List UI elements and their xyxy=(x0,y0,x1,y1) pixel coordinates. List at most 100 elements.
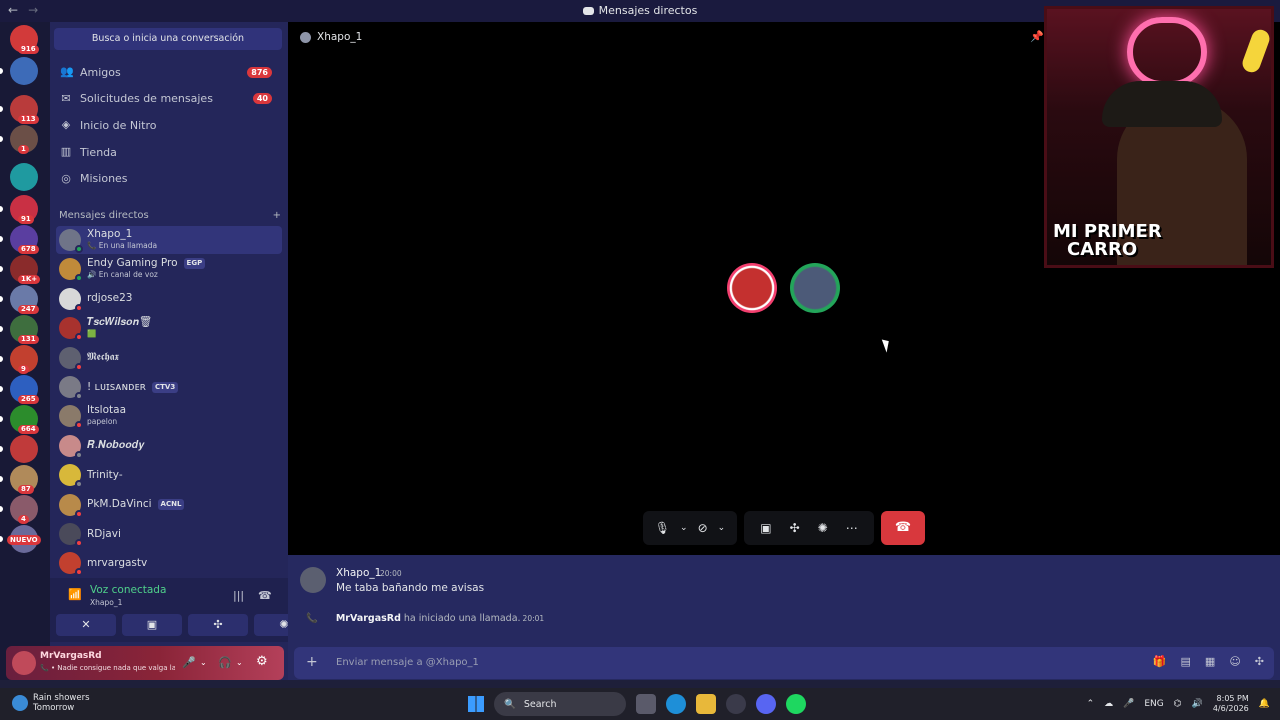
soundboard-icon[interactable]: ✺ xyxy=(818,521,828,535)
taskbar: Rain showers Tomorrow 🔍 Search ⌃ ☁ 🎤 ENG … xyxy=(0,688,1280,720)
headphones-icon[interactable]: 🎧 xyxy=(218,656,232,669)
dm-subtitle: 🔊 En canal de voz xyxy=(87,270,158,280)
server-badge: 678 xyxy=(18,245,39,254)
sticker-icon[interactable]: ▦ xyxy=(1205,655,1215,668)
dm-header: Mensajes directos + xyxy=(59,210,281,221)
chevron-down-icon[interactable]: ⌄ xyxy=(200,658,207,667)
dm-item[interactable]: ! ʟᴜɪꜱᴀɴᴅᴇʀ CTV3 xyxy=(56,373,282,401)
gift-icon[interactable]: 🎁 xyxy=(1153,655,1167,668)
nav-item-label: Inicio de Nitro xyxy=(80,118,157,132)
camera-off-button[interactable]: ✕ xyxy=(56,614,116,636)
screen-share-icon[interactable]: ▣ xyxy=(760,521,771,535)
avatar xyxy=(59,523,83,547)
activities-button[interactable]: ✣ xyxy=(188,614,248,636)
dm-item[interactable]: RDjavi xyxy=(56,520,282,548)
language-indicator[interactable]: ENG xyxy=(1144,699,1163,709)
server-icon[interactable] xyxy=(10,57,38,85)
server-icon[interactable] xyxy=(10,163,38,191)
status-indicator xyxy=(75,450,83,459)
unread-pill xyxy=(0,236,3,242)
wifi-icon[interactable]: ⌬ xyxy=(1174,699,1182,709)
chevron-down-icon[interactable]: ⌄ xyxy=(718,523,726,533)
chevron-up-icon[interactable]: ⌃ xyxy=(1087,699,1095,709)
camera-off-icon[interactable]: ⊘ xyxy=(698,521,708,535)
emoji-icon[interactable]: ☺ xyxy=(1229,655,1240,668)
webcam-overlay-title: MI PRIMER CARRO xyxy=(1053,221,1162,260)
noise-suppression-icon[interactable]: ||| xyxy=(233,589,244,602)
dm-item[interactable]: mrvargastv xyxy=(56,549,282,577)
participant-avatar[interactable] xyxy=(727,263,777,313)
add-dm-icon[interactable]: + xyxy=(273,210,281,221)
message-input[interactable]: + Enviar mensaje a @Xhapo_1 🎁 ▤ ▦ ☺ ✣ xyxy=(294,647,1274,679)
chevron-down-icon[interactable]: ⌄ xyxy=(680,523,688,533)
apps-icon[interactable]: ✣ xyxy=(1255,655,1264,668)
dm-item[interactable]: Itslotaa papelon xyxy=(56,402,282,430)
dm-item[interactable]: PkM.DaVinci ACNL xyxy=(56,491,282,519)
activities-icon[interactable]: ✣ xyxy=(790,521,800,535)
task-view-icon[interactable] xyxy=(636,694,656,714)
file-explorer-icon[interactable] xyxy=(696,694,716,714)
disconnect-icon[interactable]: ☎ xyxy=(258,589,272,602)
dm-item[interactable]: Endy Gaming Pro EGP 🔊 En canal de voz xyxy=(56,255,282,283)
microphone-icon[interactable]: 🎤 xyxy=(1123,699,1134,709)
pin-icon[interactable]: 📌 xyxy=(1030,30,1044,43)
search-input[interactable]: Busca o inicia una conversación xyxy=(54,28,282,50)
user-panel: MrVargasRd 📞 • Nadie consigue nada que v… xyxy=(6,646,284,680)
chevron-down-icon[interactable]: ⌄ xyxy=(236,658,243,667)
add-attachment-icon[interactable]: + xyxy=(306,654,318,670)
nav-item[interactable]: ✉ Solicitudes de mensajes 40 xyxy=(56,86,282,112)
server-badge: 4 xyxy=(18,515,29,524)
spotify-icon[interactable] xyxy=(786,694,806,714)
weather-widget[interactable]: Rain showers Tomorrow xyxy=(12,693,90,713)
dm-item[interactable]: 𝕸𝖊𝖈𝖍𝖆𝖝 xyxy=(56,344,282,372)
audio-controls: 🎙 ⌄ ⊘ ⌄ xyxy=(643,511,737,545)
participant-avatar[interactable] xyxy=(790,263,840,313)
nav-item[interactable]: 👥 Amigos 876 xyxy=(56,59,282,85)
server-badge: 113 xyxy=(18,115,39,124)
start-button[interactable] xyxy=(468,696,484,712)
status-indicator xyxy=(75,509,83,518)
nitro-icon: ◈ xyxy=(61,118,71,132)
nav-item[interactable]: ◎ Misiones xyxy=(56,166,282,192)
caller-name[interactable]: MrVargasRd xyxy=(336,613,401,624)
server-icon[interactable] xyxy=(10,435,38,463)
status-indicator xyxy=(75,480,83,489)
message-avatar[interactable] xyxy=(300,567,326,593)
notification-icon[interactable]: 🔔 xyxy=(1259,699,1270,709)
friends-icon: 👥 xyxy=(60,65,74,78)
end-call-button[interactable]: ☎ xyxy=(881,511,925,545)
cap xyxy=(1102,81,1222,127)
call-channel-name: Xhapo_1 xyxy=(317,31,363,43)
message-author[interactable]: Xhapo_1 xyxy=(336,567,381,579)
nav-item[interactable]: ▥ Tienda xyxy=(56,139,282,165)
dm-item[interactable]: Xhapo_1 📞 En una llamada xyxy=(56,226,282,254)
dm-item[interactable]: 𝑻𝒔𝒄𝑾𝒊𝒍𝒔𝒐𝒏🗑 🟩 xyxy=(56,314,282,342)
screen-share-button[interactable]: ▣ xyxy=(122,614,182,636)
avatar xyxy=(59,405,83,430)
app-icon[interactable] xyxy=(726,694,746,714)
user-name[interactable]: MrVargasRd xyxy=(40,651,102,661)
avatar xyxy=(59,493,83,518)
edge-icon[interactable] xyxy=(666,694,686,714)
signal-icon[interactable]: 📶 xyxy=(68,588,82,601)
microphone-icon[interactable]: 🎤 xyxy=(182,656,196,669)
onedrive-icon[interactable]: ☁ xyxy=(1104,699,1113,709)
microphone-icon[interactable]: 🎙 xyxy=(655,521,670,535)
clock[interactable]: 8:05 PM 4/6/2026 xyxy=(1213,694,1249,714)
gear-icon[interactable]: ⚙ xyxy=(256,654,268,669)
unread-pill xyxy=(0,476,3,482)
discord-icon[interactable] xyxy=(756,694,776,714)
more-icon[interactable]: ⋯ xyxy=(846,521,858,535)
status-indicator xyxy=(75,333,83,342)
gif-icon[interactable]: ▤ xyxy=(1181,655,1191,668)
dm-item[interactable]: Trinity- xyxy=(56,461,282,489)
user-avatar[interactable] xyxy=(12,651,36,675)
nav-item[interactable]: ◈ Inicio de Nitro xyxy=(56,112,282,138)
status-indicator xyxy=(75,392,83,400)
message-input-placeholder: Enviar mensaje a @Xhapo_1 xyxy=(336,657,479,668)
voice-channel[interactable]: Xhapo_1 xyxy=(90,598,122,607)
dm-item[interactable]: 𝑹.𝑵𝒐𝒃𝒐𝒐𝒅𝒚 xyxy=(56,432,282,460)
taskbar-search[interactable]: 🔍 Search xyxy=(494,692,626,716)
volume-icon[interactable]: 🔊 xyxy=(1192,699,1203,709)
dm-item[interactable]: rdjose23 xyxy=(56,285,282,313)
